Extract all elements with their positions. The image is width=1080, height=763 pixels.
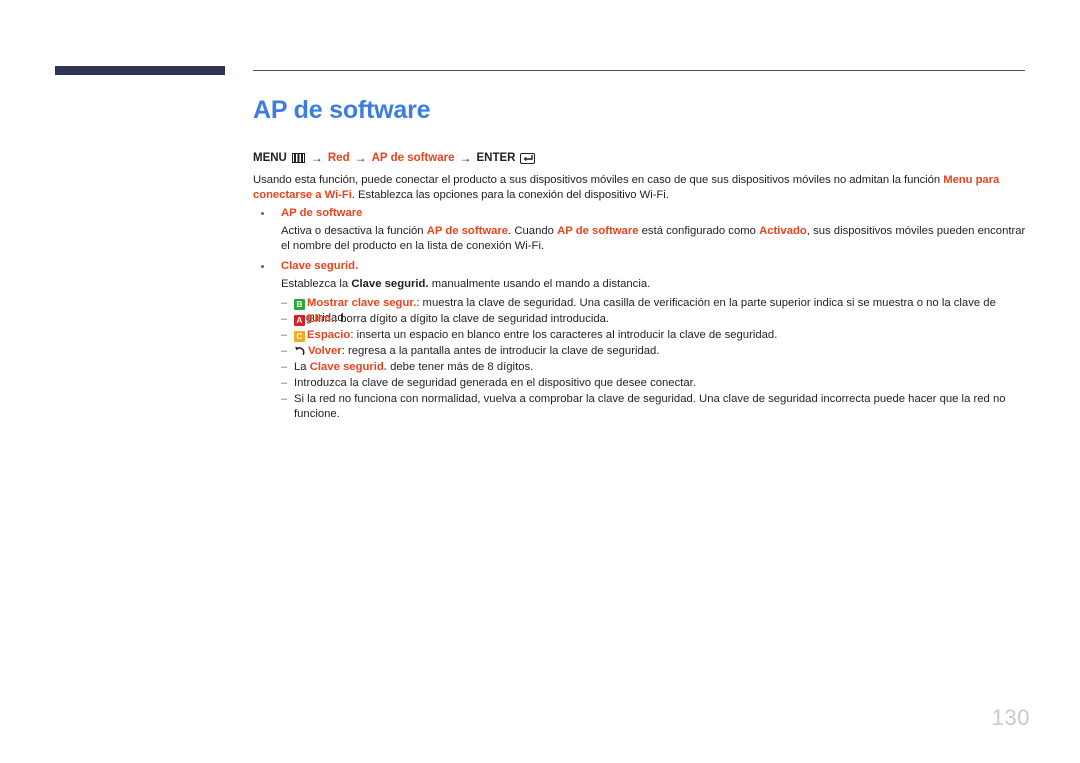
dash-marker: –	[281, 361, 288, 373]
enter-key-icon	[520, 152, 536, 164]
intro-text-a: Usando esta función, puede conectar el p…	[253, 174, 944, 186]
dash-marker: –	[281, 329, 288, 341]
a-key-badge: A	[294, 315, 305, 326]
dash-item-espacio: – C Espacio: inserta un espacio en blanco…	[281, 328, 1031, 343]
dash-bold: Elim.	[307, 313, 334, 325]
dash-marker: –	[281, 377, 288, 389]
b-key-badge: B	[294, 299, 305, 310]
bullet-label-ap-de-software: AP de software	[281, 207, 363, 219]
dash-text: A Elim.: borra dígito a dígito la clave d…	[294, 312, 1031, 327]
bullet-dot-icon	[261, 212, 264, 215]
page-title: AP de software	[253, 96, 431, 124]
dash-item-clave-digitos: – La Clave segurid. debe tener más de 8 …	[281, 360, 1031, 375]
body-highlight-1: AP de software	[426, 225, 509, 237]
intro-paragraph: Usando esta función, puede conectar el p…	[253, 173, 1028, 204]
body-text-e: está configurado como	[638, 225, 760, 237]
body-text-a: Activa o desactiva la función	[281, 225, 427, 237]
header-accent-bar	[55, 66, 225, 75]
path-arrow-2: →	[354, 151, 367, 165]
dash-bold: Espacio	[307, 329, 351, 341]
menu-path-step-red: Red	[327, 152, 350, 164]
menu-path: MENU → Red → AP de software → ENTER	[253, 151, 536, 165]
header-horizontal-rule	[253, 70, 1025, 71]
menu-grid-icon	[291, 153, 305, 163]
menu-path-enter: ENTER	[476, 152, 536, 164]
path-arrow-3: →	[459, 151, 472, 165]
dash-rest: : inserta un espacio en blanco entre los…	[350, 329, 778, 341]
bullet-body-clave-segurid: Establezca la Clave segurid. manualmente…	[281, 277, 1026, 292]
bullet-body-ap-de-software: Activa o desactiva la función AP de soft…	[281, 224, 1026, 255]
intro-text-c: . Establezca las opciones para la conexi…	[351, 189, 669, 202]
dash-item-elim: – A Elim.: borra dígito a dígito la clave…	[281, 312, 1031, 327]
body-highlight-2: AP de software	[557, 225, 639, 237]
dash-bold: Mostrar clave segur.	[307, 297, 417, 309]
menu-path-menu: MENU	[253, 152, 306, 164]
clave-text-a: Establezca la	[281, 278, 352, 290]
dash-rest: : regresa a la pantalla antes de introdu…	[341, 345, 660, 357]
dash-item-red-no-funciona: – Si la red no funciona con normalidad, …	[281, 392, 1031, 423]
dash-text: La Clave segurid. debe tener más de 8 dí…	[294, 360, 1031, 375]
dash-marker: –	[281, 313, 288, 325]
body-highlight-3: Activado	[759, 225, 807, 237]
c-key-badge: C	[294, 331, 305, 342]
return-arrow-icon	[294, 345, 306, 356]
enter-label: ENTER	[476, 152, 516, 164]
dash-pre: La	[294, 361, 310, 373]
dash-text: Volver: regresa a la pantalla antes de i…	[294, 344, 1031, 359]
dash-text: C Espacio: inserta un espacio en blanco e…	[294, 328, 1031, 343]
body-text-c: . Cuando	[508, 225, 558, 237]
dash-marker: –	[281, 393, 288, 405]
clave-text-c: manualmente usando el mando a distancia.	[428, 278, 651, 290]
dash-bold: Clave segurid.	[309, 361, 387, 373]
dash-marker: –	[281, 345, 288, 357]
dash-rest: : borra dígito a dígito la clave de segu…	[334, 313, 610, 325]
dash-bold: Volver	[308, 345, 342, 357]
clave-bold: Clave segurid.	[351, 278, 429, 290]
bullet-label-clave-segurid: Clave segurid.	[281, 260, 359, 272]
dash-text: Si la red no funciona con normalidad, vu…	[294, 393, 1006, 421]
dash-text: Introduzca la clave de seguridad generad…	[294, 377, 696, 389]
menu-path-step-ap-de-software: AP de software	[371, 152, 455, 164]
dash-item-introduzca-clave: – Introduzca la clave de seguridad gener…	[281, 376, 1031, 391]
dash-item-volver: – Volver: regresa a la pantalla antes de…	[281, 344, 1031, 359]
path-arrow-1: →	[310, 151, 323, 165]
menu-label: MENU	[253, 152, 287, 164]
document-page: { "header": { "bar_color": "#2e3552", "r…	[0, 0, 1080, 763]
dash-rest: debe tener más de 8 dígitos.	[386, 361, 534, 373]
dash-marker: –	[281, 297, 288, 309]
page-number: 130	[991, 705, 1030, 730]
bullet-dot-icon	[261, 265, 264, 268]
